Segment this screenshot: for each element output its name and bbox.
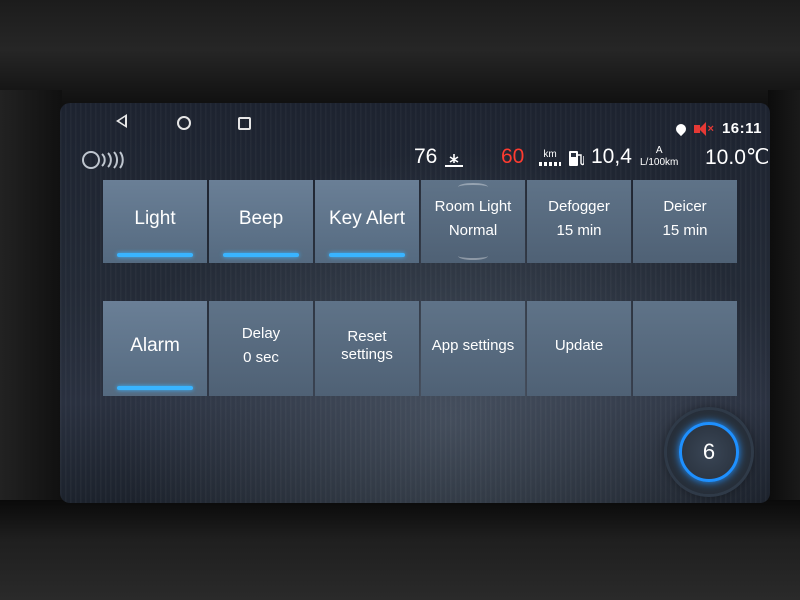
home-icon[interactable] [177, 116, 191, 130]
speed-unit-label: km [543, 149, 557, 160]
tab-label: App settings [431, 336, 515, 354]
road-ice-icon [445, 154, 463, 167]
tab-deicer[interactable]: Deicer 15 min [633, 180, 737, 263]
tab-label: Alarm [130, 334, 180, 356]
back-icon[interactable] [116, 114, 127, 128]
head-unit-screen: × 16:11 76 60 km 10,4 A L/100km 10.0℃ Li… [60, 103, 770, 503]
tab-beep[interactable]: Beep [209, 180, 313, 263]
page-number: 6 [679, 422, 739, 482]
tab-label: Beep [238, 207, 284, 229]
tab-label: Key Alert [328, 207, 406, 229]
tab-label: Room Light [434, 198, 512, 215]
fuel-consumption-value: 10,4 [591, 145, 632, 168]
active-indicator [329, 253, 405, 257]
clock: 16:11 [721, 120, 762, 137]
headlamp-icon [82, 151, 124, 169]
tab-light[interactable]: Light [103, 180, 207, 263]
empty-tab [633, 301, 737, 396]
tab-value: 0 sec [243, 349, 279, 366]
consumption-mode-label: A [655, 145, 663, 156]
chevron-up-icon [458, 183, 488, 191]
bezel-bottom [0, 500, 800, 600]
tab-room-light[interactable]: Room Light Normal [421, 180, 525, 263]
tab-value: 15 min [662, 222, 708, 239]
settings-tabs-top: Light Beep Key Alert Room Light Normal D… [103, 180, 739, 263]
tab-defogger[interactable]: Defogger 15 min [527, 180, 631, 263]
speed-unit: km [539, 150, 561, 166]
fuel-consumption-unit: A L/100km [640, 145, 678, 169]
update-button[interactable]: Update [527, 301, 631, 396]
tab-alarm[interactable]: Alarm [103, 301, 207, 396]
tab-key-alert[interactable]: Key Alert [315, 180, 419, 263]
status-area: × 16:11 [673, 120, 762, 137]
active-indicator [117, 253, 193, 257]
tab-label: Light [134, 207, 176, 229]
tab-value: 15 min [556, 222, 602, 239]
consumption-unit-label: L/100km [640, 157, 679, 168]
tab-label: Update [554, 336, 604, 354]
volume-muted-icon: × [693, 121, 714, 136]
settings-tabs-bottom: Alarm Delay 0 sec Reset settings App set… [103, 301, 739, 396]
tab-value: Normal [448, 222, 498, 239]
app-settings-button[interactable]: App settings [421, 301, 525, 396]
tab-delay[interactable]: Delay 0 sec [209, 301, 313, 396]
location-icon [673, 121, 688, 136]
page-dial-button[interactable]: 6 [667, 410, 751, 494]
inside-temperature: 10.0℃ [705, 146, 770, 169]
recent-apps-icon[interactable] [238, 117, 251, 130]
outside-temperature: 76 [414, 145, 438, 168]
reset-settings-button[interactable]: Reset settings [315, 301, 419, 396]
active-indicator [223, 253, 299, 257]
bezel-right [768, 90, 800, 520]
tab-label: Delay [241, 325, 281, 342]
chevron-down-icon [458, 252, 488, 260]
bezel-top [0, 0, 800, 110]
tab-label: Reset settings [341, 327, 393, 363]
bezel-left [0, 90, 62, 520]
speed-value: 60 [501, 145, 525, 168]
active-indicator [117, 386, 193, 390]
fuel-pump-icon [569, 151, 584, 166]
tab-label: Defogger [548, 198, 610, 215]
tab-label: Deicer [663, 198, 707, 215]
